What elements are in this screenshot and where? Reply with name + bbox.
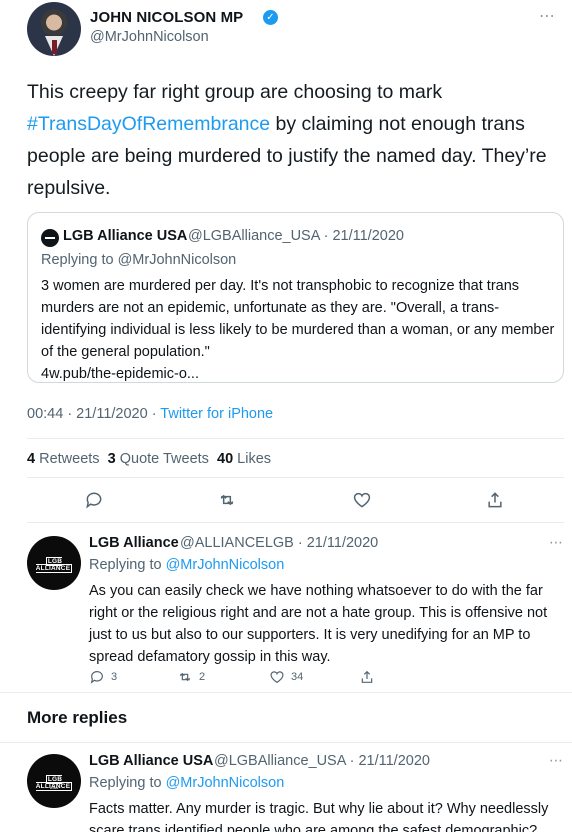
retweet-icon[interactable] [217,490,241,514]
tweet-text: This creepy far right group are choosing… [27,76,567,204]
retweet-count: 2 [199,671,206,683]
reply-avatar[interactable]: LGB ALLIANCE USA [27,754,81,808]
hashtag-link[interactable]: #TransDayOfRemembrance [27,113,270,135]
reply-text: Facts matter. Any murder is tragic. But … [89,801,549,832]
more-options-icon[interactable]: ⋯ [549,752,564,769]
reply-text: As you can easily check we have nothing … [89,583,548,665]
author-name[interactable]: JOHN NICOLSON MP [90,9,243,26]
like-heart-icon[interactable] [352,490,376,514]
tweet-text-before: This creepy far right group are choosing… [27,81,443,103]
reply-author-name[interactable]: LGB Alliance USA [89,753,213,769]
reply-author-name[interactable]: LGB Alliance [89,535,179,551]
reply-replying-to: Replying to @MrJohnNicolson [89,557,285,573]
reply-action-bar: 3 2 34 [89,668,389,686]
divider [27,477,564,478]
like-button[interactable]: 34 [269,668,303,686]
divider [0,742,572,743]
more-replies-heading: More replies [27,708,128,727]
quoted-replying-to: Replying to @MrJohnNicolson [41,252,237,268]
more-options-icon[interactable]: ⋯ [539,6,556,26]
replying-handle-link[interactable]: @MrJohnNicolson [166,775,285,791]
tweet-source-link[interactable]: Twitter for iPhone [160,406,273,422]
replying-handle-link[interactable]: @MrJohnNicolson [166,557,285,573]
tweet-timestamp-row: 00:44 · 21/11/2020 · Twitter for iPhone [27,406,273,422]
reply-replying-to: Replying to @MrJohnNicolson [89,775,285,791]
reply-avatar[interactable]: LGB ALLIANCE [27,536,81,590]
quoted-link: 4w.pub/the-epidemic-o... [41,366,199,382]
avatar-logo-text: LGB ALLIANCE [35,557,73,573]
tweet-time: 00:44 · 21/11/2020 · [27,406,161,422]
quote-tweets-stat[interactable]: 3 Quote Tweets [108,451,209,467]
avatar-sub-text: USA [49,785,59,790]
divider [27,522,564,523]
divider [0,692,572,693]
reply-count: 3 [111,671,118,683]
divider [27,438,564,439]
reply-author-handle-date[interactable]: @LGBAlliance_USA · 21/11/2020 [214,753,430,769]
tweet-header: JOHN NICOLSON MP ✓ @MrJohnNicolson ⋯ [27,0,572,60]
like-count: 34 [291,671,304,683]
quoted-tweet-text: 3 women are murdered per day. It's not t… [41,275,556,385]
author-avatar[interactable] [27,2,81,56]
retweets-stat[interactable]: 4 Retweets [27,451,100,467]
more-options-icon[interactable]: ⋯ [549,534,564,551]
quoted-author-avatar-icon [41,229,59,247]
quoted-tweet[interactable]: LGB Alliance USA @LGBAlliance_USA · 21/1… [27,212,564,383]
reply-button[interactable]: 3 [89,668,117,686]
verified-badge-icon: ✓ [263,10,278,25]
likes-stat[interactable]: 40 Likes [217,451,271,467]
reply-author-handle-date[interactable]: @ALLIANCELGB · 21/11/2020 [180,535,378,551]
retweet-button[interactable]: 2 [177,668,205,686]
quoted-author-name: LGB Alliance USA [63,228,188,244]
reply-icon[interactable] [84,490,108,514]
share-icon[interactable] [485,490,509,514]
author-handle[interactable]: @MrJohnNicolson [90,29,209,45]
share-button[interactable] [359,668,375,686]
tweet-action-bar [27,490,564,514]
quoted-author-handle-date: @LGBAlliance_USA · 21/11/2020 [188,228,404,244]
quoted-text-body: 3 women are murdered per day. It's not t… [41,278,555,360]
engagement-stats: 4 Retweets 3 Quote Tweets 40 Likes [27,451,271,467]
